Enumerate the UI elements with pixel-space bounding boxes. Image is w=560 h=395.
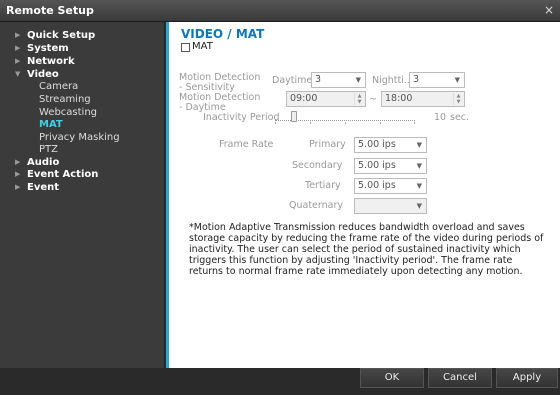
sidebar-item-label: Network	[27, 56, 75, 67]
ok-button[interactable]: OK	[360, 368, 424, 388]
sensitivity-label: Motion Detection - Sensitivity	[179, 72, 261, 93]
daytime-label: Daytime	[272, 75, 313, 86]
sidebar: ▶ Quick Setup ▶ System ▶ Network ▼ Video…	[0, 22, 165, 368]
frame-rate-row-label: Quaternary	[289, 200, 343, 211]
frame-rate-row-label: Secondary	[292, 160, 343, 171]
expand-arrow-icon: ▶	[15, 57, 21, 65]
primary-frame-rate-select[interactable]: 5.00 ips ▼	[354, 137, 427, 153]
dialog-footer: OK Cancel Apply	[0, 368, 560, 395]
expand-arrow-icon: ▶	[15, 170, 21, 178]
mat-description-note: *Motion Adaptive Transmission reduces ba…	[189, 222, 544, 277]
sidebar-item-label: Camera	[39, 81, 79, 92]
chevron-down-icon: ▼	[416, 202, 422, 210]
sidebar-item-event-action[interactable]: ▶ Event Action	[0, 168, 165, 181]
sidebar-item-label: MAT	[39, 119, 63, 130]
time-spinner[interactable]: ▲ ▼	[453, 93, 463, 105]
cancel-button[interactable]: Cancel	[428, 368, 492, 388]
chevron-down-icon: ▼	[416, 162, 422, 170]
sidebar-item-streaming[interactable]: Streaming	[0, 93, 165, 106]
tertiary-frame-rate-value: 5.00 ips	[358, 180, 396, 191]
sidebar-item-quick-setup[interactable]: ▶ Quick Setup	[0, 29, 165, 42]
chevron-down-icon: ▼	[454, 76, 460, 84]
sidebar-item-ptz[interactable]: PTZ	[0, 143, 165, 156]
daytime-end-value: 18:00	[385, 93, 413, 104]
daytime-start-time[interactable]: 09:00 ▲ ▼	[286, 91, 366, 107]
daytime-sensitivity-select[interactable]: 3 ▼	[311, 72, 366, 88]
secondary-frame-rate-value: 5.00 ips	[358, 160, 396, 171]
sidebar-item-camera[interactable]: Camera	[0, 80, 165, 93]
daytime-end-time[interactable]: 18:00 ▲ ▼	[381, 91, 465, 107]
chevron-down-icon: ▼	[416, 141, 422, 149]
mat-checkbox[interactable]	[181, 43, 190, 52]
expand-arrow-icon: ▶	[15, 44, 21, 52]
daytime-start-value: 09:00	[290, 93, 318, 104]
time-separator: ~	[369, 94, 377, 105]
frame-rate-row-label: Tertiary	[305, 180, 341, 191]
slider-tick	[414, 122, 415, 124]
sidebar-item-label: Event	[27, 182, 60, 193]
slider-tick	[345, 122, 346, 124]
frame-rate-label: Frame Rate	[219, 139, 274, 150]
expand-arrow-icon: ▶	[15, 183, 21, 191]
sidebar-item-label: PTZ	[39, 144, 58, 155]
sidebar-item-label: Streaming	[39, 94, 91, 105]
secondary-frame-rate-select[interactable]: 5.00 ips ▼	[354, 158, 427, 174]
chevron-down-icon: ▼	[355, 76, 361, 84]
time-spinner[interactable]: ▲ ▼	[354, 93, 364, 105]
title-bar: Remote Setup ×	[0, 0, 560, 22]
sidebar-item-label: Quick Setup	[27, 30, 96, 41]
settings-panel: VIDEO / MAT MAT Motion Detection - Sensi…	[166, 22, 560, 368]
quaternary-frame-rate-select[interactable]: ▼	[354, 198, 427, 214]
frame-rate-row-label: Primary	[309, 139, 346, 150]
window-title: Remote Setup	[6, 4, 94, 17]
sidebar-item-network[interactable]: ▶ Network	[0, 55, 165, 68]
inactivity-label: Inactivity Period	[203, 112, 280, 123]
daytime-sensitivity-value: 3	[315, 74, 322, 85]
slider-tick	[275, 122, 276, 124]
sidebar-item-mat[interactable]: MAT	[0, 118, 165, 131]
nighttime-label: Nightti...	[372, 75, 413, 86]
sidebar-item-label: Event Action	[27, 169, 99, 180]
primary-frame-rate-value: 5.00 ips	[358, 139, 396, 150]
nighttime-sensitivity-select[interactable]: 3 ▼	[409, 72, 465, 88]
page-title: VIDEO / MAT	[181, 27, 265, 41]
inactivity-value: 10	[434, 112, 447, 123]
expand-arrow-icon: ▶	[15, 31, 21, 39]
sidebar-item-event[interactable]: ▶ Event	[0, 181, 165, 194]
slider-tick	[380, 122, 381, 124]
tertiary-frame-rate-select[interactable]: 5.00 ips ▼	[354, 178, 427, 194]
sidebar-item-system[interactable]: ▶ System	[0, 42, 165, 55]
slider-tick	[310, 122, 311, 124]
close-icon[interactable]: ×	[544, 3, 554, 17]
mat-checkbox-label: MAT	[192, 41, 213, 52]
spinner-down-icon[interactable]: ▼	[454, 99, 463, 105]
spinner-down-icon[interactable]: ▼	[355, 99, 364, 105]
nighttime-sensitivity-value: 3	[413, 74, 420, 85]
inactivity-unit: sec.	[450, 112, 470, 123]
chevron-down-icon: ▼	[416, 182, 422, 190]
apply-button[interactable]: Apply	[496, 368, 558, 388]
daytime-range-label: Motion Detection - Daytime	[179, 92, 261, 113]
sidebar-item-label: System	[27, 43, 69, 54]
inactivity-slider-thumb[interactable]	[291, 111, 297, 122]
